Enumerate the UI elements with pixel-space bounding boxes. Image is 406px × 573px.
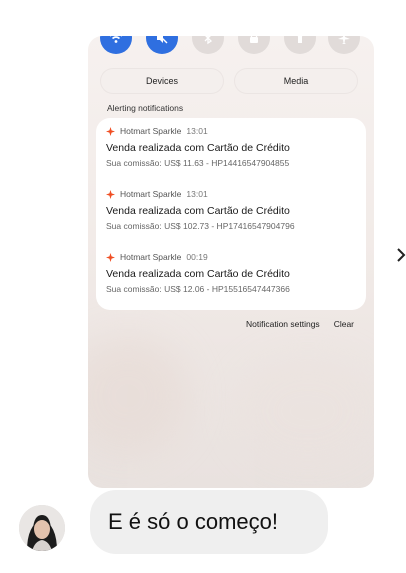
notification-time: 13:01 (186, 189, 208, 199)
background-blur (238, 356, 374, 466)
notification-item[interactable]: Hotmart Sparkle 13:01 Venda realizada co… (106, 189, 356, 231)
media-button[interactable]: Media (234, 68, 358, 94)
chevron-right-icon[interactable] (396, 245, 406, 265)
notification-app-name: Hotmart Sparkle (120, 126, 182, 136)
bluetooth-icon[interactable] (192, 36, 224, 54)
mute-icon[interactable] (146, 36, 178, 54)
hotmart-spark-icon (106, 252, 115, 262)
notification-app-name: Hotmart Sparkle (120, 252, 182, 262)
media-label: Media (283, 76, 309, 86)
avatar[interactable] (19, 505, 65, 551)
notification-body: Sua comissão: US$ 11.63 - HP144165479048… (106, 158, 290, 168)
section-label: Alerting notifications (107, 103, 184, 113)
airplane-icon[interactable] (328, 36, 360, 54)
notification-title: Venda realizada com Cartão de Crédito (106, 268, 290, 280)
hotmart-spark-icon (106, 126, 115, 136)
notification-item[interactable]: Hotmart Sparkle 00:19 Venda realizada co… (106, 252, 356, 294)
notification-settings-button[interactable]: Notification settings (246, 319, 320, 329)
notification-panel: Hotmart Sparkle 13:01 Venda realizada co… (96, 118, 366, 310)
flashlight-icon[interactable] (284, 36, 316, 54)
message-text: E é só o começo! (108, 509, 278, 534)
message-bubble: E é só o começo! (90, 490, 328, 554)
quick-settings-row (88, 36, 374, 58)
notification-time: 00:19 (186, 252, 208, 262)
notification-body: Sua comissão: US$ 102.73 - HP17416547904… (106, 221, 295, 231)
notification-title: Venda realizada com Cartão de Crédito (106, 205, 290, 217)
notification-time: 13:01 (186, 126, 208, 136)
clear-button[interactable]: Clear (334, 319, 354, 329)
notification-actions: Notification settings Clear (246, 319, 354, 329)
hotmart-spark-icon (106, 189, 115, 199)
notification-screenshot: Devices Media Alerting notifications Hot… (88, 36, 374, 488)
wifi-icon[interactable] (100, 36, 132, 54)
background-blur (88, 336, 188, 456)
notification-item[interactable]: Hotmart Sparkle 13:01 Venda realizada co… (106, 126, 356, 168)
notification-body: Sua comissão: US$ 12.06 - HP155165474473… (106, 284, 290, 294)
notification-title: Venda realizada com Cartão de Crédito (106, 142, 290, 154)
devices-label: Devices (145, 76, 178, 86)
notification-app-name: Hotmart Sparkle (120, 189, 182, 199)
lock-icon[interactable] (238, 36, 270, 54)
devices-button[interactable]: Devices (100, 68, 224, 94)
